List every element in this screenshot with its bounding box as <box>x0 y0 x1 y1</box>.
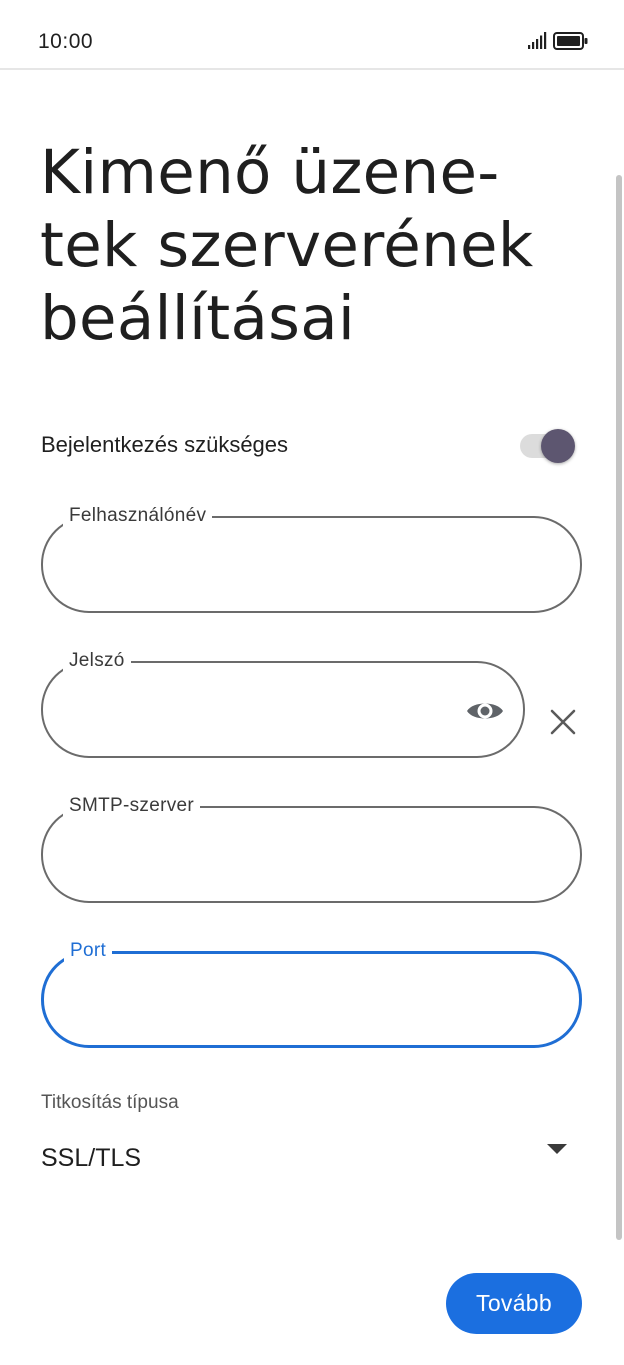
page-title: Kimenő üzene- tek szerverének beállítása… <box>40 137 534 354</box>
password-input[interactable] <box>67 689 451 731</box>
scrollbar[interactable] <box>616 175 622 1240</box>
dropdown-arrow-icon <box>546 1142 568 1160</box>
close-icon[interactable] <box>549 708 577 741</box>
next-button[interactable]: Tovább <box>446 1273 582 1334</box>
encryption-type-value: SSL/TLS <box>41 1144 142 1172</box>
toggle-thumb <box>541 429 575 463</box>
username-field[interactable]: Felhasználónév <box>41 505 582 613</box>
encryption-type-select[interactable]: SSL/TLS <box>41 1130 581 1186</box>
screen: 10:00 Kimenő üzene- tek szerverének beál… <box>0 0 624 1365</box>
signal-icon <box>527 32 547 55</box>
smtp-server-input[interactable] <box>67 834 491 876</box>
status-time: 10:00 <box>38 30 94 53</box>
username-input[interactable] <box>67 544 491 586</box>
port-field[interactable]: Port <box>41 940 582 1048</box>
eye-icon[interactable] <box>465 697 505 730</box>
username-label: Felhasználónév <box>63 505 213 527</box>
password-field[interactable]: Jelszó <box>41 650 525 758</box>
password-label: Jelszó <box>63 650 131 672</box>
login-required-toggle[interactable] <box>520 429 576 463</box>
port-label: Port <box>64 940 113 962</box>
port-input[interactable] <box>68 980 492 1022</box>
smtp-server-label: SMTP-szerver <box>63 795 200 817</box>
status-bar: 10:00 <box>0 0 624 70</box>
smtp-server-field[interactable]: SMTP-szerver <box>41 795 582 903</box>
login-required-label: Bejelentkezés szükséges <box>41 432 289 457</box>
encryption-type-label: Titkosítás típusa <box>41 1092 179 1113</box>
battery-icon <box>553 32 589 55</box>
